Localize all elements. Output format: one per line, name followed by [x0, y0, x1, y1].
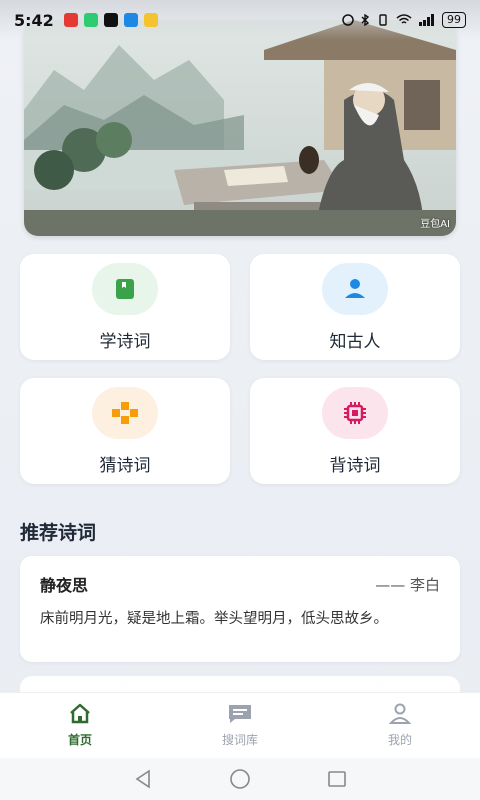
nav-home[interactable]: 首页 [20, 703, 140, 748]
poem-title: 静夜思 [40, 576, 89, 595]
feature-label: 猜诗词 [99, 455, 151, 476]
recents-icon[interactable] [327, 769, 347, 789]
book-icon [116, 278, 134, 299]
message-icon [123, 13, 138, 27]
user-icon [388, 703, 412, 724]
watermark-text: 豆包AI [420, 219, 450, 230]
poem-author: —— 李白 [375, 575, 440, 594]
recommended-poems-title: 推荐诗词 [20, 522, 97, 544]
mail-icon [143, 13, 158, 27]
feature-icon-circle [322, 386, 388, 439]
feature-icon-circle [322, 262, 388, 315]
feature-recite-poetry-card[interactable]: 背诗词 [250, 378, 460, 484]
poem-card[interactable]: 静夜思 —— 李白 床前明月光，疑是地上霜。举头望明月，低头思故乡。 [20, 556, 460, 662]
home-icon [70, 703, 90, 724]
status-bar: 5:42 99 [0, 0, 480, 40]
nav-label: 我的 [387, 733, 412, 747]
nav-search-library[interactable]: 搜词库 [180, 703, 300, 748]
back-icon[interactable] [133, 769, 153, 789]
signal-icon [419, 14, 434, 26]
feature-learn-poetry-card[interactable]: 学诗词 [20, 254, 230, 360]
hero-banner-image[interactable]: 豆包AI [24, 20, 456, 236]
scholar-painting [24, 20, 456, 236]
feature-icon-circle [92, 262, 158, 315]
home-circle-icon[interactable] [229, 768, 251, 790]
wechat-icon [83, 13, 98, 27]
vibrate-icon [379, 14, 387, 26]
person-icon [345, 278, 365, 298]
feature-label: 背诗词 [329, 455, 381, 476]
notification-icons [63, 13, 158, 27]
feature-icon-circle [92, 386, 158, 439]
notification-app-icon [63, 13, 78, 27]
feature-know-ancients-card[interactable]: 知古人 [250, 254, 460, 360]
alarm-icon [342, 14, 354, 26]
system-navigation-bar [0, 758, 480, 800]
status-time: 5:42 [14, 10, 54, 30]
bluetooth-icon [361, 14, 370, 26]
system-status: 99 [342, 12, 466, 28]
feature-guess-poetry-card[interactable]: 猜诗词 [20, 378, 230, 484]
nav-profile[interactable]: 我的 [340, 703, 460, 748]
poem-content: 床前明月光，疑是地上霜。举头望明月，低头思故乡。 [40, 611, 388, 627]
feature-label: 学诗词 [99, 331, 151, 352]
chat-icon [229, 705, 251, 723]
bottom-navigation: 首页 搜词库 我的 [0, 692, 480, 758]
battery-indicator: 99 [442, 12, 466, 28]
feature-label: 知古人 [329, 331, 381, 352]
gamepad-icon [112, 401, 138, 424]
poem-header: 静夜思 —— 李白 [40, 572, 440, 596]
wifi-icon [396, 14, 412, 24]
nav-label: 搜词库 [221, 733, 258, 747]
chip-icon [344, 401, 366, 424]
tiktok-icon [103, 13, 118, 27]
nav-label: 首页 [67, 733, 92, 747]
